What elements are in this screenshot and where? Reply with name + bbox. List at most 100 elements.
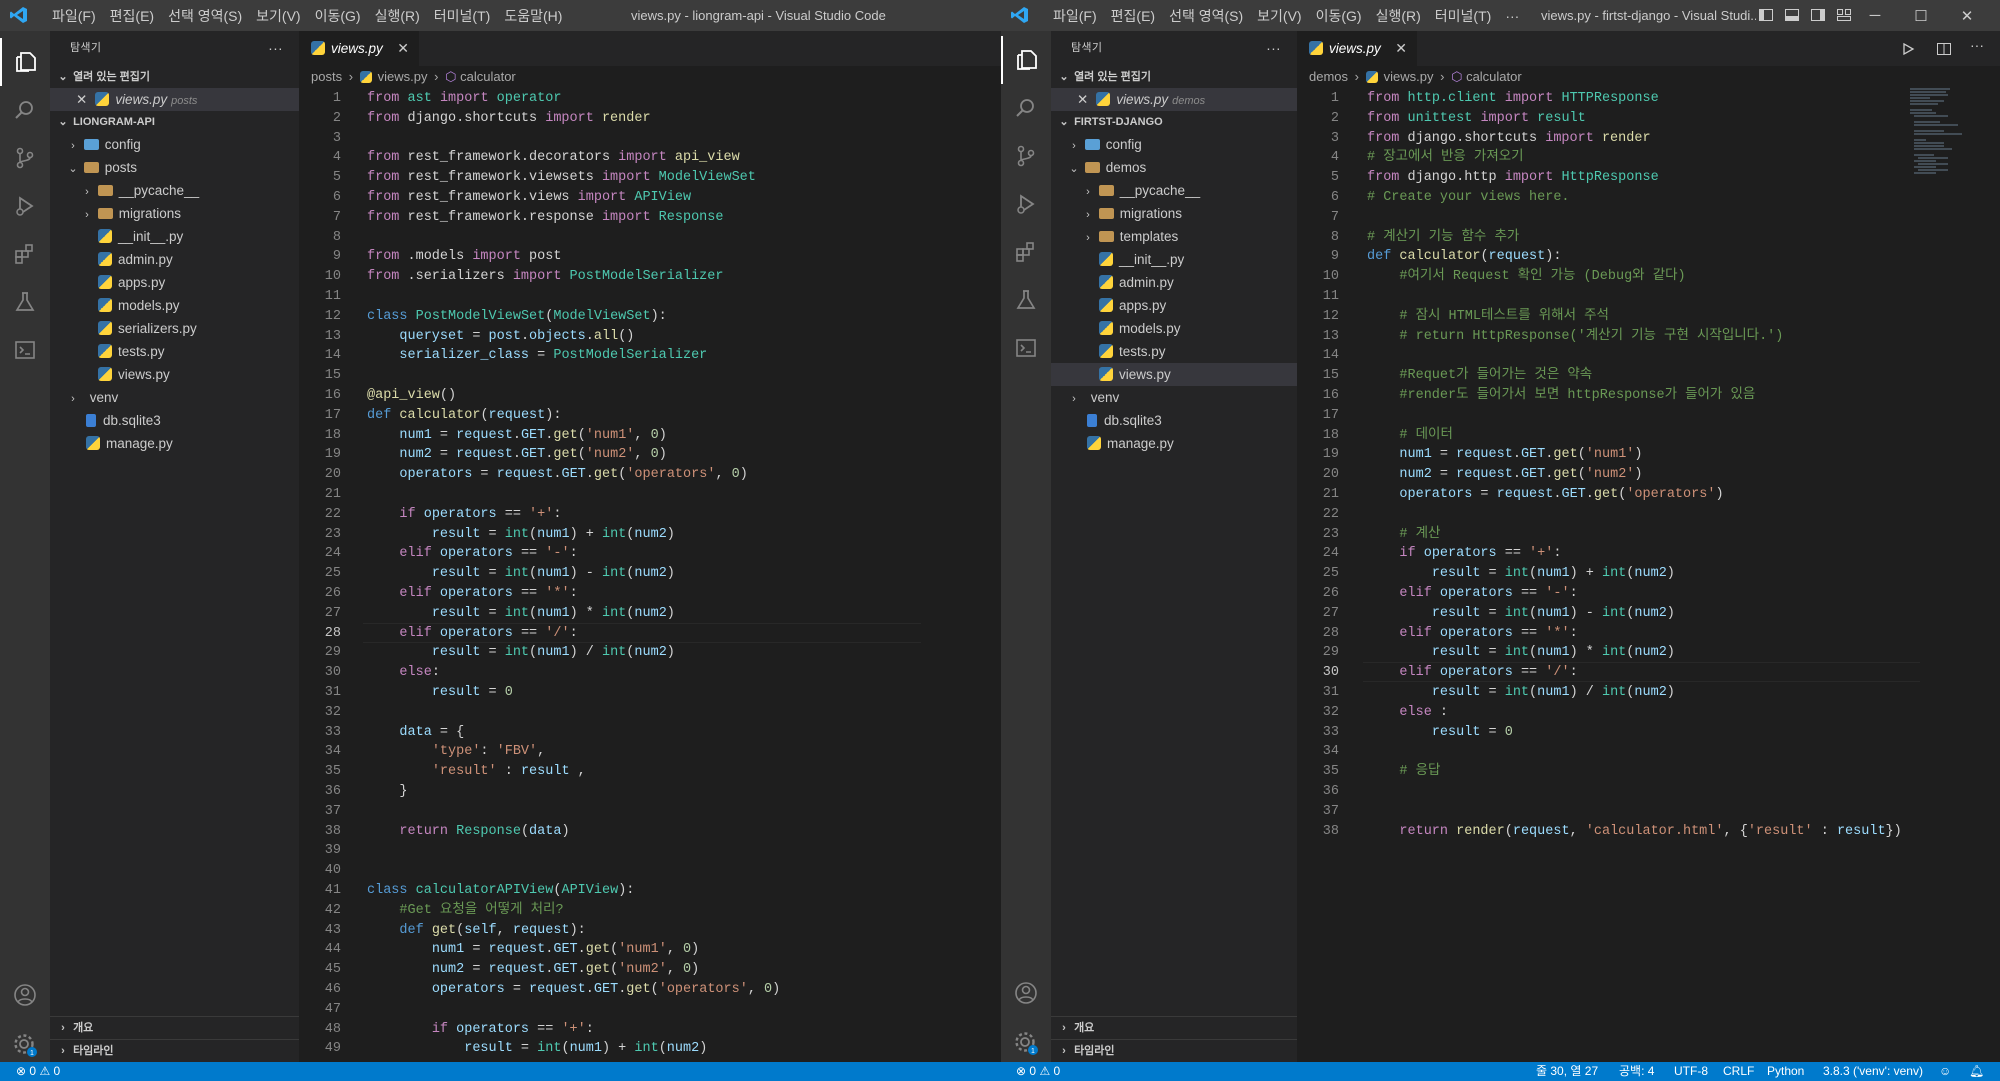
breadcrumb-file[interactable]: views.py [378, 69, 428, 84]
split-editor-icon[interactable] [1936, 41, 1952, 57]
tree-item-manage[interactable]: manage.py [50, 432, 299, 455]
breadcrumb-file[interactable]: views.py [1384, 69, 1434, 84]
outline-section[interactable]: › 개요 [1051, 1016, 1297, 1039]
tree-item-init[interactable]: __init__.py [50, 225, 299, 248]
explorer-icon[interactable] [1001, 36, 1051, 84]
search-icon[interactable] [0, 86, 50, 134]
minimize-icon[interactable]: ─ [1852, 7, 1898, 24]
run-debug-icon[interactable] [0, 182, 50, 230]
tree-item-config[interactable]: › config [1051, 133, 1297, 156]
tree-item-views[interactable]: views.py [1051, 363, 1297, 386]
python-interpreter[interactable]: 3.8.3 ('venv': venv) [1823, 1062, 1923, 1081]
menu-terminal[interactable]: 터미널(T) [427, 6, 498, 26]
language-mode[interactable]: Python [1767, 1062, 1804, 1081]
problems-status[interactable]: ⊗ 0 ⚠ 0 [16, 1062, 60, 1081]
tree-item-tests[interactable]: tests.py [50, 340, 299, 363]
toggle-panel-icon[interactable] [1784, 7, 1800, 23]
tree-item-venv[interactable]: › venv [1051, 386, 1297, 409]
menu-selection[interactable]: 선택 영역(S) [1162, 6, 1250, 26]
tree-item-apps[interactable]: apps.py [1051, 294, 1297, 317]
breadcrumb-symbol[interactable]: calculator [1466, 69, 1522, 84]
more-actions-icon[interactable]: ··· [1970, 37, 1984, 53]
code-editor[interactable]: 1 from ast import operator 2 from django.sh… [299, 88, 1001, 1062]
run-debug-icon[interactable] [1001, 180, 1051, 228]
eol-status[interactable]: CRLF [1723, 1062, 1754, 1081]
menu-terminal[interactable]: 터미널(T) [1428, 6, 1499, 26]
customize-layout-icon[interactable] [1836, 7, 1852, 23]
project-section[interactable]: ⌄ LIONGRAM-API [50, 111, 299, 133]
tree-item-venv[interactable]: › venv [50, 386, 299, 409]
tree-item-init[interactable]: __init__.py [1051, 248, 1297, 271]
tree-item-posts[interactable]: ⌄ posts [50, 156, 299, 179]
tree-item-admin[interactable]: admin.py [1051, 271, 1297, 294]
extensions-icon[interactable] [1001, 228, 1051, 276]
tab-views-py[interactable]: views.py ✕ [1297, 31, 1417, 66]
tree-item-admin[interactable]: admin.py [50, 248, 299, 271]
tree-item-templates[interactable]: › templates [1051, 225, 1297, 248]
indentation-status[interactable]: 공백: 4 [1619, 1062, 1654, 1081]
project-section[interactable]: ⌄ FIRTST-DJANGO [1051, 111, 1297, 133]
outline-section[interactable]: › 개요 [50, 1016, 299, 1039]
testing-icon[interactable] [1001, 276, 1051, 324]
terminal-icon[interactable] [0, 326, 50, 374]
tree-item-apps[interactable]: apps.py [50, 271, 299, 294]
menu-file[interactable]: 파일(F) [45, 6, 103, 26]
menu-selection[interactable]: 선택 영역(S) [161, 6, 249, 26]
toggle-sidebar-icon[interactable] [1758, 7, 1774, 23]
settings-gear-icon[interactable]: 1 [1001, 1019, 1051, 1067]
close-icon[interactable]: ✕ [76, 92, 87, 107]
tree-item-config[interactable]: › config [50, 133, 299, 156]
more-actions-icon[interactable]: ··· [268, 31, 283, 66]
feedback-icon[interactable]: ☺ [1939, 1062, 1951, 1081]
terminal-icon[interactable] [1001, 324, 1051, 372]
tree-item-models[interactable]: models.py [50, 294, 299, 317]
explorer-icon[interactable] [0, 38, 50, 86]
menu-file[interactable]: 파일(F) [1046, 6, 1104, 26]
tree-item-serializers[interactable]: serializers.py [50, 317, 299, 340]
maximize-icon[interactable]: ☐ [1898, 7, 1944, 25]
breadcrumb-folder[interactable]: demos [1309, 69, 1348, 84]
problems-status[interactable]: ⊗ 0 ⚠ 0 [1016, 1062, 1060, 1081]
menu-run[interactable]: 실행(R) [368, 6, 427, 26]
account-icon[interactable] [0, 971, 50, 1019]
notifications-bell-icon[interactable]: 🔔︎ [1969, 1062, 1984, 1081]
close-icon[interactable]: ✕ [397, 31, 409, 66]
testing-icon[interactable] [0, 278, 50, 326]
tree-item-views[interactable]: views.py [50, 363, 299, 386]
tree-item-migrations[interactable]: › migrations [50, 202, 299, 225]
menu-view[interactable]: 보기(V) [1250, 6, 1308, 26]
menu-edit[interactable]: 편집(E) [1104, 6, 1162, 26]
tree-item-demos[interactable]: ⌄ demos [1051, 156, 1297, 179]
source-control-icon[interactable] [1001, 132, 1051, 180]
menu-go[interactable]: 이동(G) [308, 6, 368, 26]
tree-item-migrations[interactable]: › migrations [1051, 202, 1297, 225]
menu-go[interactable]: 이동(G) [1309, 6, 1369, 26]
tree-item-tests[interactable]: tests.py [1051, 340, 1297, 363]
menu-view[interactable]: 보기(V) [249, 6, 307, 26]
menu-help[interactable]: 도움말(H) [497, 6, 569, 26]
source-control-icon[interactable] [0, 134, 50, 182]
code-editor[interactable]: 1 from http.client import HTTPResponse 2 fr… [1297, 88, 2000, 1062]
close-icon[interactable]: ✕ [1077, 92, 1088, 107]
tab-views-py[interactable]: views.py ✕ [299, 31, 419, 66]
tree-item-pycache[interactable]: › __pycache__ [1051, 179, 1297, 202]
timeline-section[interactable]: › 타임라인 [1051, 1039, 1297, 1062]
menu-more[interactable]: ··· [1498, 8, 1526, 24]
tree-item-pycache[interactable]: › __pycache__ [50, 179, 299, 202]
tree-item-manage[interactable]: manage.py [1051, 432, 1297, 455]
menu-edit[interactable]: 편집(E) [103, 6, 161, 26]
extensions-icon[interactable] [0, 230, 50, 278]
tree-item-db[interactable]: db.sqlite3 [50, 409, 299, 432]
close-window-icon[interactable]: ✕ [1944, 7, 1990, 25]
open-editor-item[interactable]: ✕ views.py posts [50, 88, 299, 111]
minimap[interactable] [1910, 88, 1970, 178]
toggle-secondary-sidebar-icon[interactable] [1810, 7, 1826, 23]
tree-item-db[interactable]: db.sqlite3 [1051, 409, 1297, 432]
encoding-status[interactable]: UTF-8 [1674, 1062, 1708, 1081]
cursor-position[interactable]: 줄 30, 열 27 [1536, 1062, 1598, 1081]
close-icon[interactable]: ✕ [1395, 31, 1407, 66]
more-actions-icon[interactable]: ··· [1266, 31, 1281, 66]
search-icon[interactable] [1001, 84, 1051, 132]
tree-item-models[interactable]: models.py [1051, 317, 1297, 340]
breadcrumb-symbol[interactable]: calculator [460, 69, 516, 84]
